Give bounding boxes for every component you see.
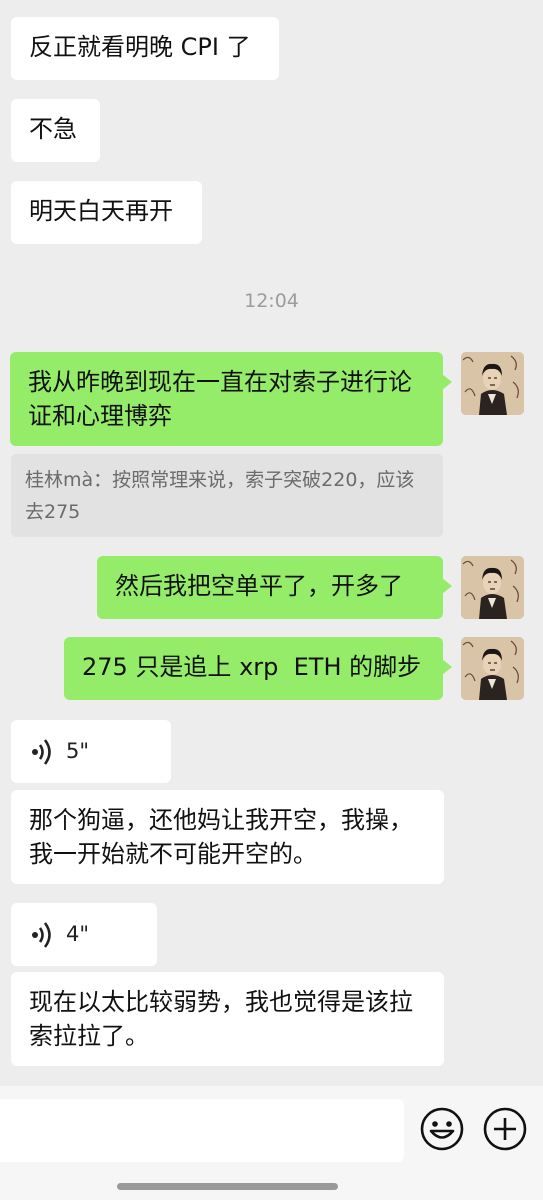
message-bubble-incoming[interactable]: 反正就看明晚 CPI 了 <box>11 17 279 80</box>
plus-circle-icon[interactable] <box>482 1106 528 1152</box>
message-input[interactable] <box>0 1099 404 1162</box>
avatar[interactable] <box>461 637 524 700</box>
timestamp: 12:04 <box>244 290 299 312</box>
voice-wave-icon <box>32 739 51 765</box>
message-bubble-incoming[interactable]: 那个狗逼，还他妈让我开空，我操，我一开始就不可能开空的。 <box>11 790 444 884</box>
voice-duration: 4" <box>66 922 90 946</box>
voice-message[interactable]: 4" <box>11 903 157 966</box>
voice-wave-icon <box>32 922 51 948</box>
message-bubble-incoming[interactable]: 现在以太比较弱势，我也觉得是该拉索拉拉了。 <box>11 972 444 1066</box>
voice-duration: 5" <box>66 739 90 763</box>
avatar[interactable] <box>461 352 524 415</box>
smiley-face-icon[interactable] <box>419 1106 465 1152</box>
message-bubble-incoming[interactable]: 明天白天再开 <box>11 181 202 244</box>
home-indicator[interactable] <box>117 1183 338 1190</box>
quoted-message[interactable]: 桂林mà：按照常理来说，索子突破220，应该去275 <box>11 454 443 537</box>
message-bubble-incoming[interactable]: 不急 <box>11 99 100 162</box>
avatar[interactable] <box>461 556 524 619</box>
voice-message[interactable]: 5" <box>11 720 171 783</box>
message-bubble-outgoing[interactable]: 然后我把空单平了，开多了 <box>97 556 452 619</box>
message-bubble-outgoing[interactable]: 我从昨晚到现在一直在对索子进行论证和心理博弈 <box>10 352 452 446</box>
message-bubble-outgoing[interactable]: 275 只是追上 xrp ETH 的脚步 <box>64 637 452 700</box>
